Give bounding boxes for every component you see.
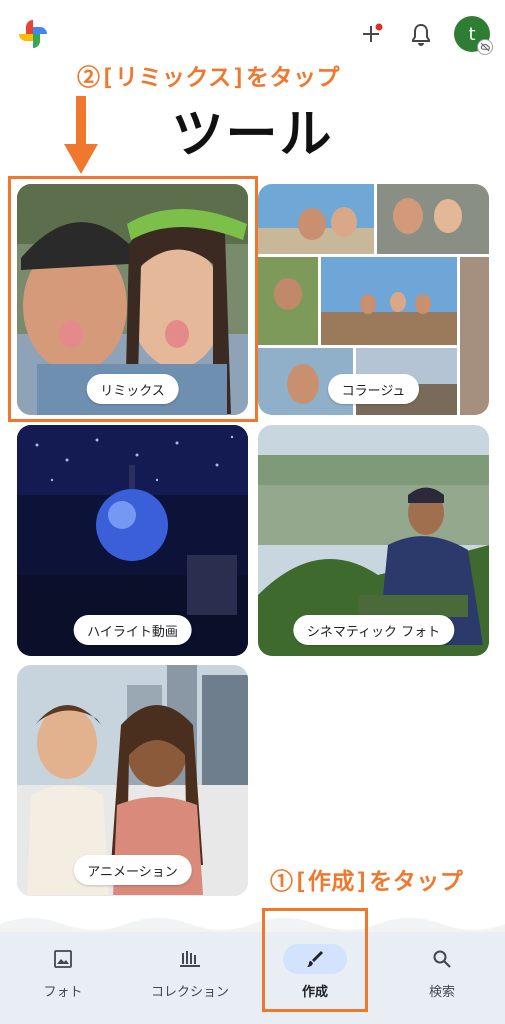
tile-highlight-video[interactable]: ハイライト動画	[17, 425, 248, 656]
nav-label: フォト	[43, 985, 83, 1000]
nav-label: 検索	[428, 985, 455, 1000]
photo-icon	[54, 950, 72, 968]
avatar-initial: t	[468, 23, 476, 45]
nav-label: コレクション	[150, 985, 229, 1000]
search-icon	[433, 950, 451, 968]
tile-animation[interactable]: アニメーション	[17, 665, 248, 896]
bottom-navigation-bar: フォト コレクション 作成 検索	[0, 932, 505, 1024]
page-title: ツール	[171, 105, 334, 165]
tile-label: リミックス	[86, 374, 179, 404]
google-photos-logo[interactable]	[16, 17, 50, 51]
collections-icon	[180, 951, 200, 967]
nav-label: 作成	[301, 985, 328, 1000]
nav-item-search[interactable]: 検索	[410, 932, 474, 1024]
tile-label: シネマティック フォト	[292, 615, 455, 645]
nav-icon-container	[283, 944, 347, 974]
nav-icon-container	[158, 944, 222, 974]
nav-item-photos[interactable]: フォト	[31, 932, 95, 1024]
tile-label: ハイライト動画	[73, 615, 192, 645]
tile-remix[interactable]: リミックス	[17, 184, 248, 415]
notifications-bell-icon[interactable]	[406, 20, 436, 50]
tile-cinematic-photo[interactable]: シネマティック フォト	[258, 425, 489, 656]
backup-off-icon	[477, 39, 493, 55]
annotation-step-1: ①[作成]をタップ	[270, 869, 464, 895]
nav-item-create[interactable]: 作成	[283, 932, 347, 1024]
nav-icon-container	[410, 944, 474, 974]
account-avatar[interactable]: t	[454, 16, 493, 55]
annotation-step-2: ②[リミックス]をタップ	[77, 65, 341, 91]
create-plus-icon[interactable]	[357, 20, 387, 50]
nav-item-collections[interactable]: コレクション	[140, 932, 240, 1024]
brush-icon	[307, 951, 323, 967]
nav-icon-container	[31, 944, 95, 974]
tile-label: コラージュ	[327, 374, 420, 404]
tile-collage[interactable]: コラージュ	[258, 184, 489, 415]
tile-label: アニメーション	[73, 855, 192, 885]
